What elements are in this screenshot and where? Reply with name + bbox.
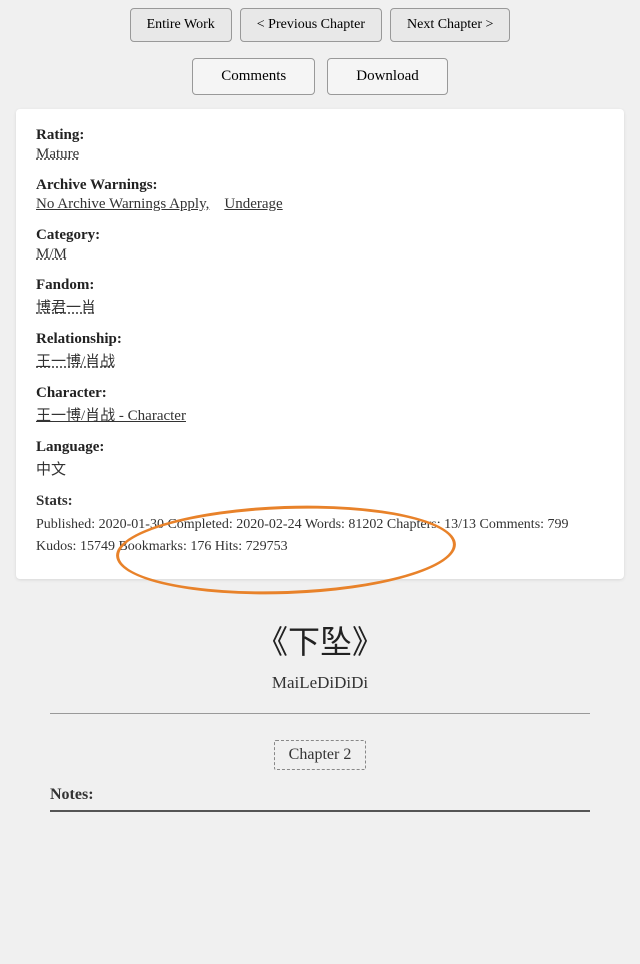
chapter-link[interactable]: Chapter 2 [274,740,367,770]
next-chapter-button[interactable]: Next Chapter > [390,8,510,42]
character-value[interactable]: 王一博/肖战 - Character [36,404,186,425]
archive-warnings-values: No Archive Warnings Apply, Underage [36,196,604,213]
archive-warnings-row: Archive Warnings: No Archive Warnings Ap… [36,177,604,213]
language-value: 中文 [36,458,604,479]
stats-label: Stats: [36,493,604,510]
category-row: Category: M/M [36,227,604,263]
stats-content: Published: 2020-01-30 Completed: 2020-02… [36,514,604,559]
notes-section: Notes: [0,776,640,822]
aw-item-2[interactable]: Underage [224,196,282,212]
language-label: Language: [36,439,604,456]
notes-label: Notes: [50,786,590,812]
relationship-value[interactable]: 王一博/肖战 [36,350,115,371]
prev-chapter-button[interactable]: < Previous Chapter [240,8,382,42]
work-title: 《下坠》 [0,597,640,669]
archive-warnings-label: Archive Warnings: [36,177,604,194]
fandom-label: Fandom: [36,277,604,294]
relationship-row: Relationship: 王一博/肖战 [36,331,604,371]
stats-text: Published: 2020-01-30 Completed: 2020-02… [36,517,569,554]
download-button[interactable]: Download [327,58,448,95]
character-row: Character: 王一博/肖战 - Character [36,385,604,425]
aw-item-1[interactable]: No Archive Warnings Apply, [36,196,209,212]
top-navigation: Entire Work < Previous Chapter Next Chap… [0,0,640,52]
fandom-row: Fandom: 博君一肖 [36,277,604,317]
stats-section: Stats: Published: 2020-01-30 Completed: … [36,493,604,559]
title-divider [50,713,590,714]
rating-value[interactable]: Mature [36,146,79,163]
fandom-value[interactable]: 博君一肖 [36,296,96,317]
rating-label: Rating: [36,127,604,144]
work-author: MaiLeDiDiDi [0,669,640,707]
action-row: Comments Download [0,52,640,109]
comments-button[interactable]: Comments [192,58,315,95]
rating-row: Rating: Mature [36,127,604,163]
category-value[interactable]: M/M [36,246,67,263]
entire-work-button[interactable]: Entire Work [130,8,232,42]
chapter-section: Chapter 2 [0,730,640,776]
info-card: Rating: Mature Archive Warnings: No Arch… [16,109,624,579]
category-label: Category: [36,227,604,244]
character-label: Character: [36,385,604,402]
language-row: Language: 中文 [36,439,604,479]
relationship-label: Relationship: [36,331,604,348]
